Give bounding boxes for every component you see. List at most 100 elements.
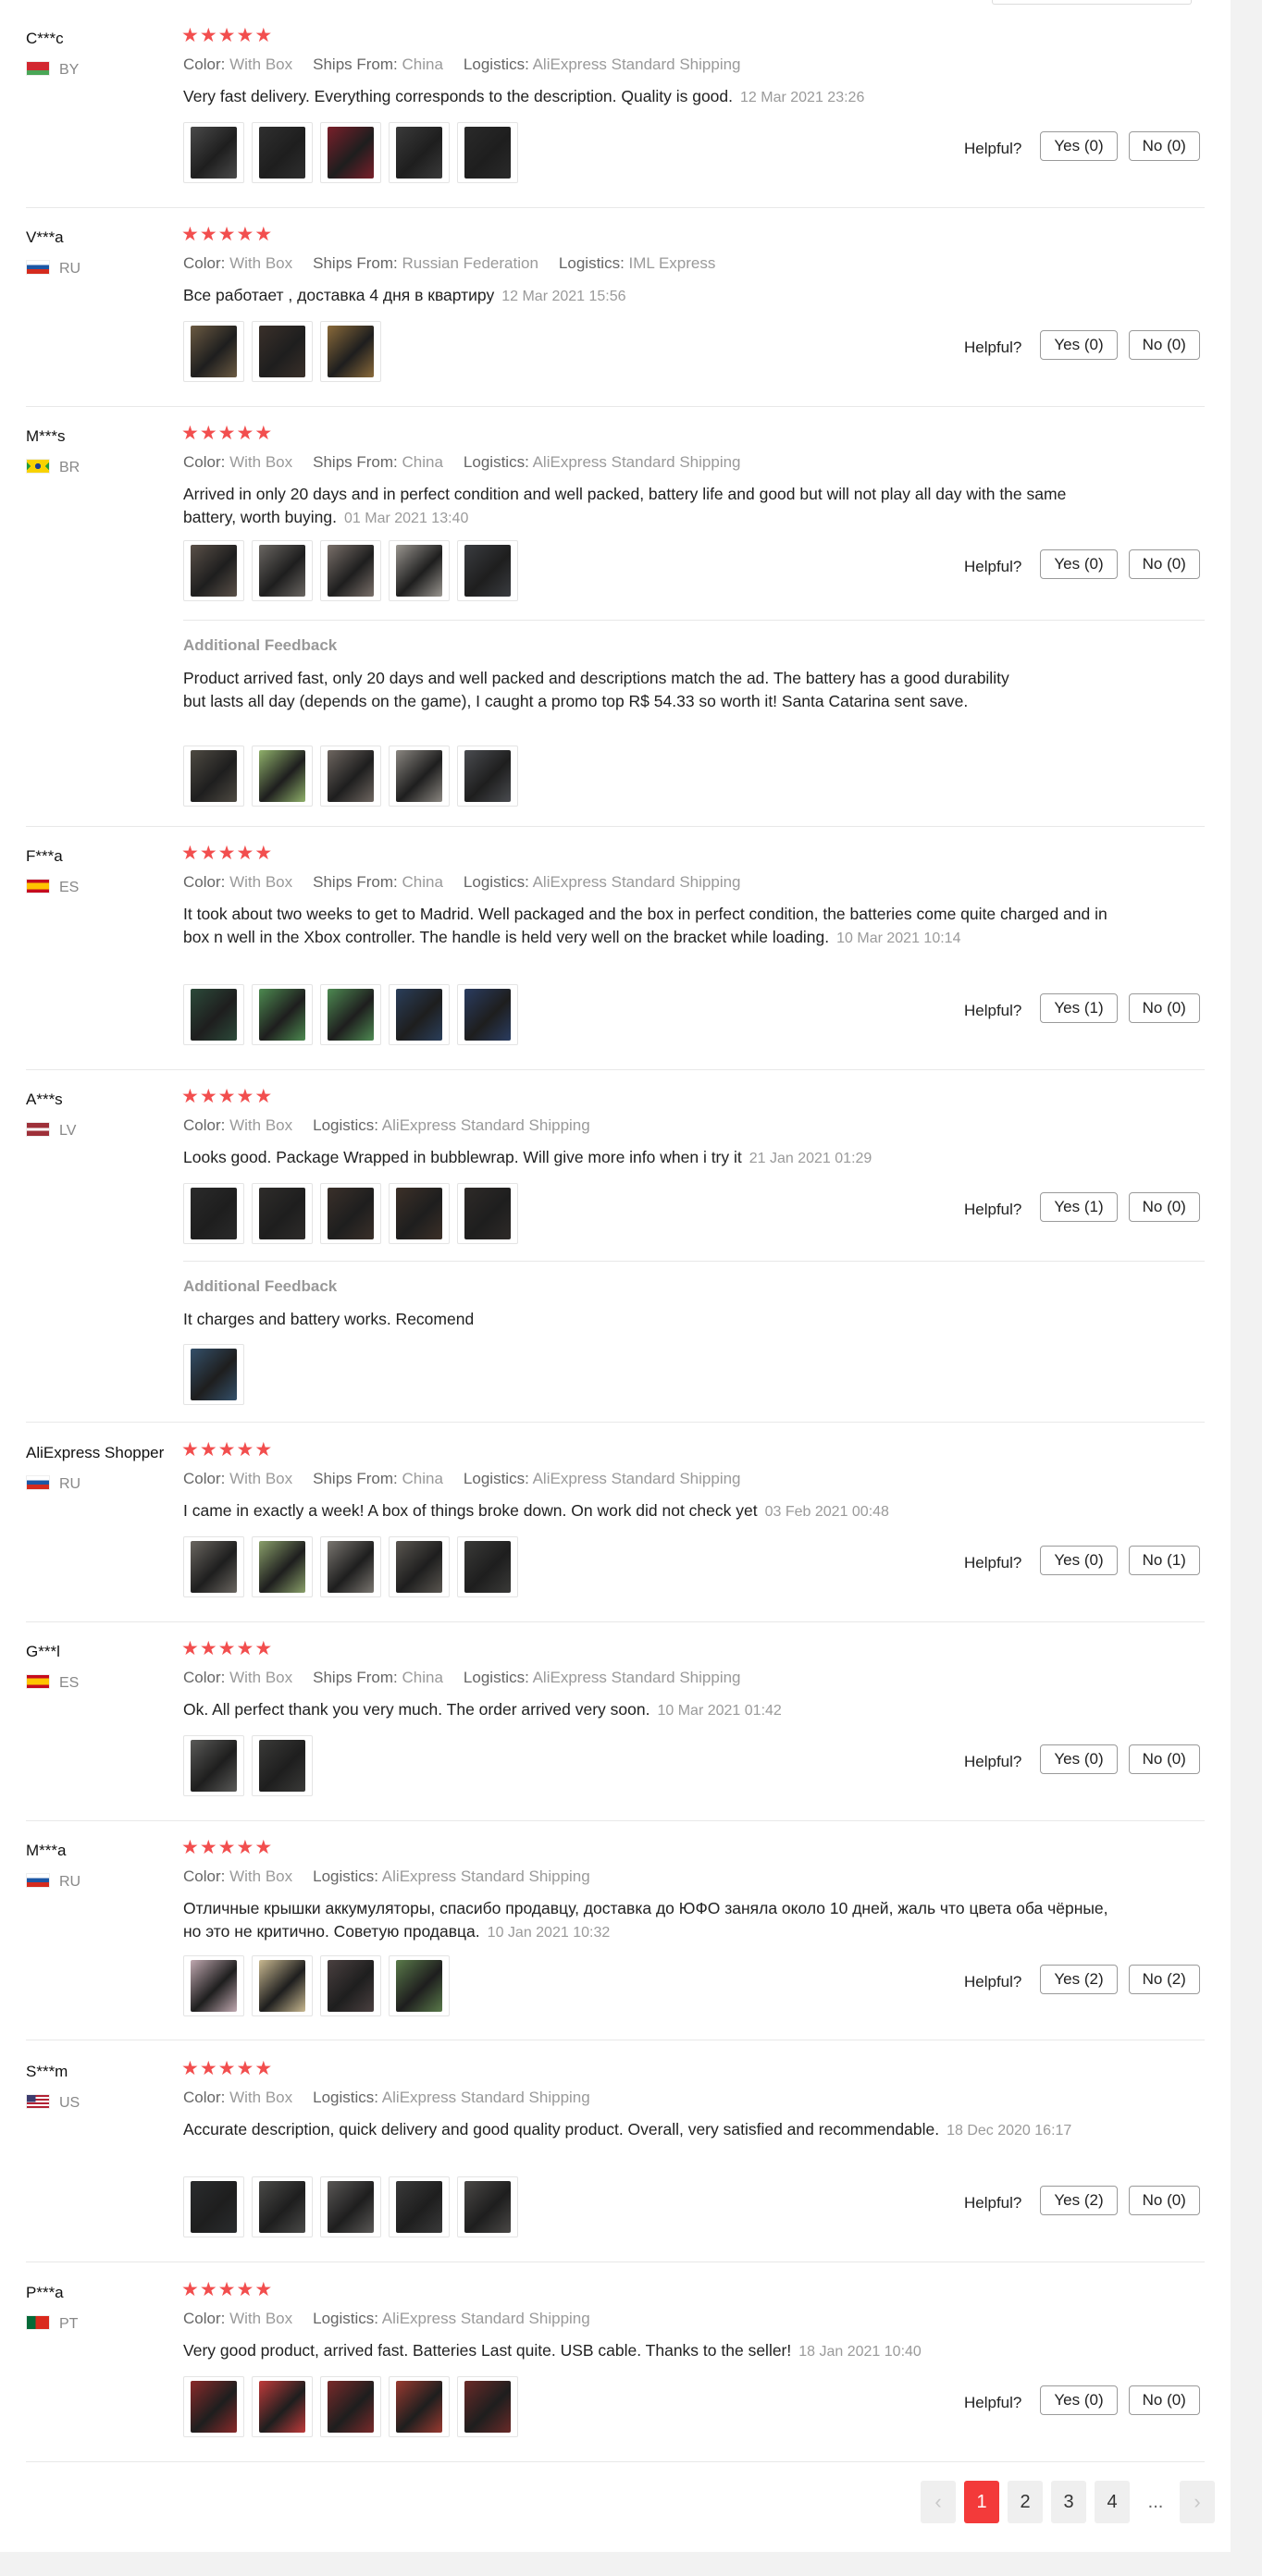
review-photo[interactable] bbox=[389, 122, 450, 183]
review-photo[interactable] bbox=[252, 1955, 313, 2016]
reviewer-country: RU bbox=[26, 1475, 80, 1492]
review-photo[interactable] bbox=[183, 1955, 244, 2016]
review-photo[interactable] bbox=[389, 984, 450, 1045]
helpful-yes-button[interactable]: Yes (0) bbox=[1040, 330, 1118, 360]
star-icon: ★ bbox=[199, 423, 218, 444]
helpful-no-button[interactable]: No (0) bbox=[1128, 2385, 1200, 2415]
review-photo[interactable] bbox=[183, 321, 244, 382]
color-label: Color: bbox=[183, 55, 226, 73]
review-photo[interactable] bbox=[457, 1183, 518, 1244]
review-photo[interactable] bbox=[320, 1955, 381, 2016]
review-photo[interactable] bbox=[457, 2376, 518, 2437]
review-photo[interactable] bbox=[183, 2376, 244, 2437]
review-photo[interactable] bbox=[252, 540, 313, 601]
review-photo[interactable] bbox=[457, 746, 518, 807]
prev-page-button[interactable]: ‹ bbox=[921, 2481, 956, 2523]
star-icon: ★ bbox=[199, 1837, 218, 1858]
country-flag-icon bbox=[26, 1674, 50, 1689]
review-photo[interactable] bbox=[252, 2376, 313, 2437]
helpful-no-button[interactable]: No (0) bbox=[1128, 993, 1200, 1023]
helpful-yes-button[interactable]: Yes (0) bbox=[1040, 1546, 1118, 1575]
color-label: Color: bbox=[183, 254, 226, 272]
helpful-yes-button[interactable]: Yes (1) bbox=[1040, 993, 1118, 1023]
helpful-no-button[interactable]: No (1) bbox=[1128, 1546, 1200, 1575]
review-body: Отличные крышки аккумуляторы, спасибо пр… bbox=[183, 1899, 1108, 1941]
photo-content bbox=[191, 545, 237, 597]
star-icon: ★ bbox=[217, 224, 237, 245]
review-photo[interactable] bbox=[252, 1536, 313, 1597]
review-photo[interactable] bbox=[389, 2376, 450, 2437]
review-photo[interactable] bbox=[389, 540, 450, 601]
photo-content bbox=[464, 989, 511, 1041]
review-photo[interactable] bbox=[457, 122, 518, 183]
page-2-button[interactable]: 2 bbox=[1008, 2481, 1043, 2523]
helpful-no-button[interactable]: No (0) bbox=[1128, 131, 1200, 161]
review-photo[interactable] bbox=[183, 122, 244, 183]
review-photo[interactable] bbox=[320, 2176, 381, 2237]
logistics-value: AliExpress Standard Shipping bbox=[381, 1867, 590, 1885]
review-photo[interactable] bbox=[389, 1183, 450, 1244]
review-item: V***a RU ★★★★★ Color: With Box Ships From: R… bbox=[26, 224, 1205, 406]
review-photo[interactable] bbox=[183, 1183, 244, 1244]
review-photo[interactable] bbox=[320, 2376, 381, 2437]
review-photo[interactable] bbox=[252, 1735, 313, 1796]
helpful-no-button[interactable]: No (0) bbox=[1128, 1744, 1200, 1774]
color-value: With Box bbox=[229, 453, 293, 471]
review-photo[interactable] bbox=[389, 2176, 450, 2237]
logistics-value: AliExpress Standard Shipping bbox=[381, 2089, 590, 2106]
review-photo[interactable] bbox=[389, 746, 450, 807]
order-info: Color: With Box Logistics: AliExpress Sta… bbox=[183, 2310, 611, 2328]
review-photo[interactable] bbox=[252, 2176, 313, 2237]
review-photo[interactable] bbox=[252, 122, 313, 183]
helpful-yes-button[interactable]: Yes (0) bbox=[1040, 131, 1118, 161]
review-photo[interactable] bbox=[457, 540, 518, 601]
review-photo[interactable] bbox=[320, 1536, 381, 1597]
review-photo[interactable] bbox=[389, 1955, 450, 2016]
review-photo[interactable] bbox=[183, 2176, 244, 2237]
photo-content bbox=[191, 1188, 237, 1239]
review-photo[interactable] bbox=[457, 2176, 518, 2237]
helpful-no-button[interactable]: No (2) bbox=[1128, 1965, 1200, 1994]
review-photo[interactable] bbox=[183, 746, 244, 807]
helpful-yes-button[interactable]: Yes (0) bbox=[1040, 1744, 1118, 1774]
review-photo[interactable] bbox=[389, 1536, 450, 1597]
helpful-no-button[interactable]: No (0) bbox=[1128, 330, 1200, 360]
logistics-label: Logistics: bbox=[313, 1867, 378, 1885]
sort-select-edge[interactable] bbox=[992, 0, 1192, 5]
helpful-no-button[interactable]: No (0) bbox=[1128, 1192, 1200, 1222]
helpful-no-button[interactable]: No (0) bbox=[1128, 549, 1200, 579]
review-photo[interactable] bbox=[252, 1183, 313, 1244]
review-photo[interactable] bbox=[183, 1536, 244, 1597]
helpful-no-button[interactable]: No (0) bbox=[1128, 2186, 1200, 2215]
review-photo[interactable] bbox=[320, 1183, 381, 1244]
photo-content bbox=[328, 326, 374, 377]
review-photo[interactable] bbox=[320, 321, 381, 382]
review-photo[interactable] bbox=[457, 984, 518, 1045]
next-page-button[interactable]: › bbox=[1180, 2481, 1215, 2523]
color-label: Color: bbox=[183, 873, 226, 891]
review-photo[interactable] bbox=[320, 540, 381, 601]
order-info: Color: With Box Logistics: AliExpress Sta… bbox=[183, 1867, 611, 1886]
review-photo[interactable] bbox=[252, 984, 313, 1045]
review-photo[interactable] bbox=[320, 746, 381, 807]
review-photo[interactable] bbox=[183, 1735, 244, 1796]
review-photo[interactable] bbox=[183, 540, 244, 601]
page-4-button[interactable]: 4 bbox=[1095, 2481, 1130, 2523]
helpful-yes-button[interactable]: Yes (2) bbox=[1040, 1965, 1118, 1994]
helpful-yes-button[interactable]: Yes (0) bbox=[1040, 549, 1118, 579]
review-photo[interactable] bbox=[320, 122, 381, 183]
review-photo[interactable] bbox=[320, 984, 381, 1045]
reviewer-country: BR bbox=[26, 459, 80, 475]
review-photo[interactable] bbox=[183, 1344, 244, 1405]
helpful-yes-button[interactable]: Yes (1) bbox=[1040, 1192, 1118, 1222]
page-1-button[interactable]: 1 bbox=[964, 2481, 999, 2523]
page-3-button[interactable]: 3 bbox=[1051, 2481, 1086, 2523]
ships-from-value: China bbox=[402, 1669, 443, 1686]
review-photo[interactable] bbox=[457, 1536, 518, 1597]
review-photo[interactable] bbox=[252, 321, 313, 382]
helpful-yes-button[interactable]: Yes (0) bbox=[1040, 2385, 1118, 2415]
review-photo[interactable] bbox=[252, 746, 313, 807]
review-photo[interactable] bbox=[183, 984, 244, 1045]
country-flag-icon bbox=[26, 260, 50, 275]
helpful-yes-button[interactable]: Yes (2) bbox=[1040, 2186, 1118, 2215]
